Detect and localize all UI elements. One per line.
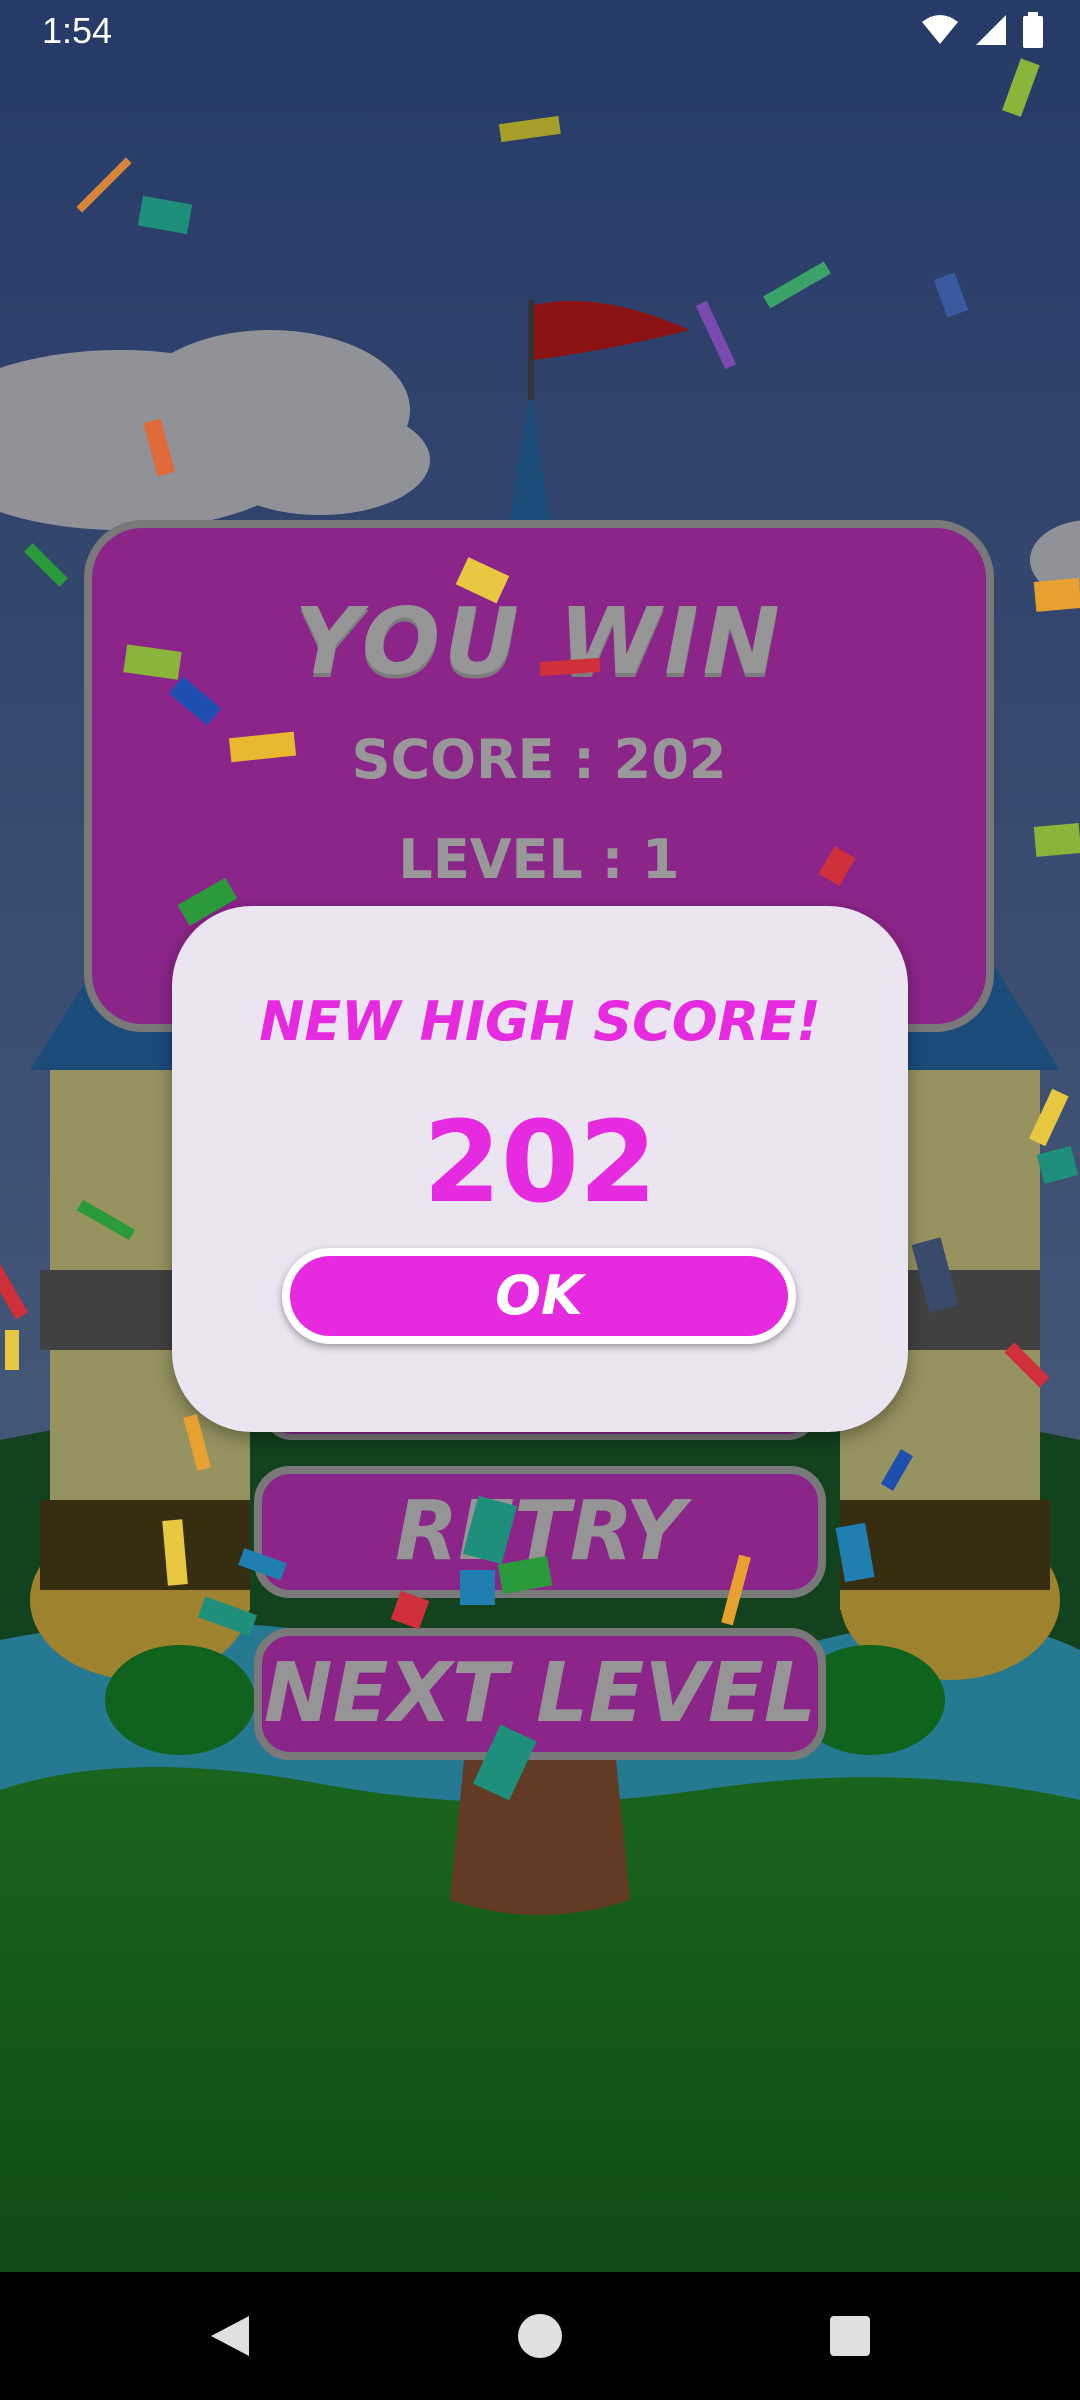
back-icon <box>211 2316 249 2356</box>
status-time: 1:54 <box>42 10 113 51</box>
battery-icon <box>1023 12 1043 48</box>
wifi-icon <box>922 15 958 44</box>
back-button[interactable] <box>192 2298 268 2374</box>
high-score-value: 202 <box>423 1098 657 1228</box>
ok-button[interactable]: OK <box>282 1248 796 1344</box>
navigation-bar <box>0 2272 1080 2400</box>
high-score-dialog: NEW HIGH SCORE! 202 OK <box>172 906 908 1432</box>
home-button[interactable] <box>502 2298 578 2374</box>
home-icon <box>518 2314 562 2358</box>
recents-icon <box>830 2316 870 2356</box>
status-icons <box>920 12 1044 48</box>
dialog-title: NEW HIGH SCORE! <box>259 990 821 1053</box>
status-bar: 1:54 <box>0 0 1080 64</box>
signal-icon <box>976 15 1006 45</box>
recents-button[interactable] <box>812 2298 888 2374</box>
